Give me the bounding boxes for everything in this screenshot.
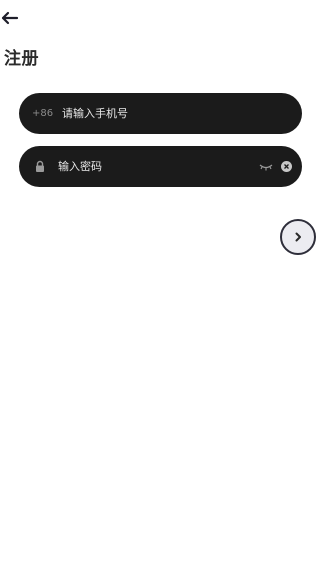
clear-icon[interactable]	[281, 161, 292, 172]
register-screen: 注册 +86	[0, 0, 320, 569]
phone-field[interactable]: +86	[19, 93, 302, 134]
page-title: 注册	[4, 49, 39, 69]
lock-icon	[33, 160, 47, 174]
chevron-right-icon	[295, 232, 301, 242]
password-field[interactable]	[19, 146, 302, 187]
password-input[interactable]	[58, 160, 259, 173]
back-button[interactable]	[0, 8, 24, 28]
eye-closed-icon[interactable]	[259, 161, 275, 173]
phone-input[interactable]	[62, 107, 290, 120]
country-code[interactable]: +86	[32, 108, 58, 119]
arrow-left-icon	[1, 11, 19, 25]
next-button[interactable]	[280, 219, 316, 255]
